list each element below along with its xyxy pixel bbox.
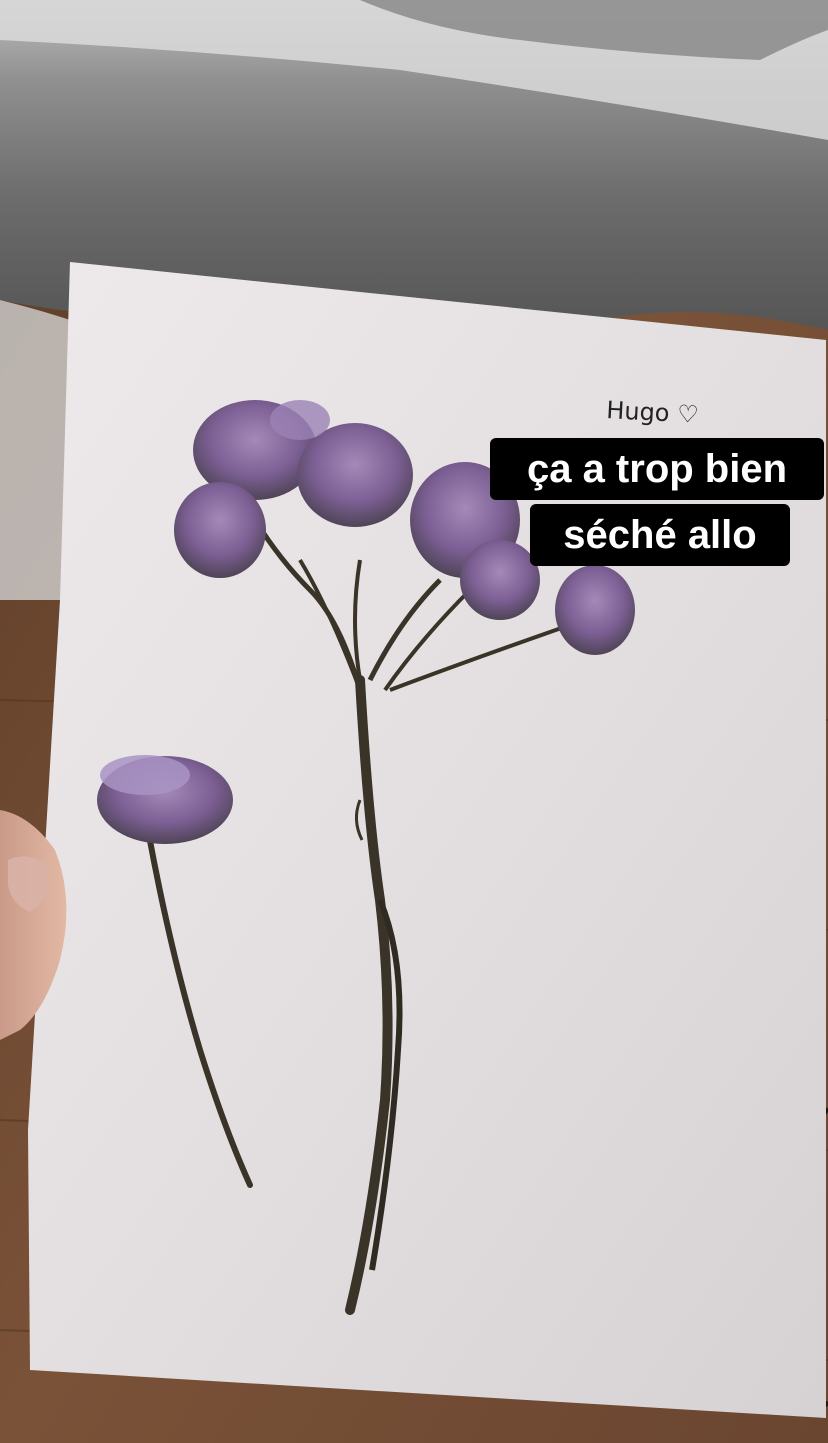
flower-cluster [174,482,266,578]
handwritten-note: Hugo ♡ [606,396,700,429]
flower-cluster [270,400,330,440]
mattress-edge [0,300,70,600]
flower-cluster [297,423,413,527]
story-photo: Hugo ♡ ça a trop bien séché allo [0,0,828,1443]
flower-cluster [460,540,540,620]
flower-cluster [555,565,635,655]
photo-background: Hugo ♡ [0,0,828,1443]
